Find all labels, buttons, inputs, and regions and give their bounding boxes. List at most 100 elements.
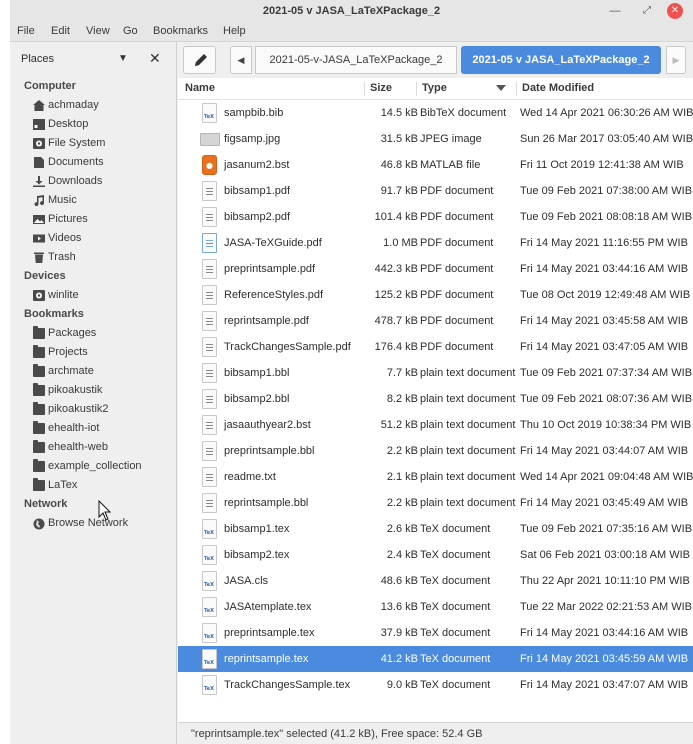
breadcrumb-current[interactable]: 2021-05 v JASA_LaTeXPackage_2 xyxy=(461,46,661,74)
sidebar-item-example-collection[interactable]: example_collection xyxy=(30,457,170,476)
column-type[interactable]: Type xyxy=(422,82,447,94)
column-date[interactable]: Date Modified xyxy=(522,82,594,94)
file-size: 13.6 kB xyxy=(380,601,418,613)
file-type: plain text document xyxy=(420,419,516,431)
tex-file-icon: TeX xyxy=(202,649,217,669)
menu-file[interactable]: File xyxy=(17,25,35,37)
minimize-button[interactable]: — xyxy=(607,3,623,19)
file-type: plain text document xyxy=(420,471,516,483)
table-row[interactable]: figsamp.jpg 31.5 kB JPEG image Sun 26 Mar 2… xyxy=(178,126,693,152)
table-row[interactable]: TeX sampbib.bib 14.5 kB BibTeX document Wed … xyxy=(178,100,693,126)
tex-file-icon: TeX xyxy=(202,597,217,617)
table-row[interactable]: bibsamp1.bbl 7.7 kB plain text document Tue… xyxy=(178,360,693,386)
column-name[interactable]: Name xyxy=(185,82,215,94)
sidebar-item-videos[interactable]: Videos xyxy=(30,229,170,248)
sidebar-item-archmate[interactable]: archmate xyxy=(30,362,170,381)
sidebar-item-ehealth-web[interactable]: ehealth-web xyxy=(30,438,170,457)
file-manager-window: 2021-05 v JASA_LaTeXPackage_2 — ⤢ ✕ File… xyxy=(10,0,693,744)
table-row[interactable]: jasaauthyear2.bst 51.2 kB plain text docum… xyxy=(178,412,693,438)
menu-go[interactable]: Go xyxy=(123,25,138,37)
table-row[interactable]: TeX bibsamp1.tex 2.6 kB TeX document Tue 09 … xyxy=(178,516,693,542)
file-date: Tue 09 Feb 2021 07:35:16 AM WIB xyxy=(520,523,693,535)
file-type: PDF document xyxy=(420,211,494,223)
file-name: TrackChangesSample.pdf xyxy=(224,341,351,353)
table-row[interactable]: TeX TrackChangesSample.tex 9.0 kB TeX docum… xyxy=(178,672,693,698)
file-date: Fri 14 May 2021 03:44:16 AM WIB xyxy=(520,627,689,639)
sidebar-item-desktop[interactable]: Desktop xyxy=(30,115,170,134)
sidebar-item-packages[interactable]: Packages xyxy=(30,324,170,343)
file-size: 51.2 kB xyxy=(380,419,418,431)
places-dropdown-icon[interactable]: ▼ xyxy=(118,53,128,64)
tex-file-icon: TeX xyxy=(202,545,217,565)
sidebar-item-projects[interactable]: Projects xyxy=(30,343,170,362)
sidebar-item-latex[interactable]: LaTex xyxy=(30,476,170,495)
txt-file-icon xyxy=(202,467,217,487)
videos-icon xyxy=(33,233,45,244)
sidebar-item-trash[interactable]: Trash xyxy=(30,248,170,267)
mouse-pointer-icon xyxy=(98,500,112,521)
sidebar-item-pikoakustik2[interactable]: pikoakustik2 xyxy=(30,400,170,419)
drive-icon xyxy=(33,138,45,149)
table-row[interactable]: TeX preprintsample.tex 37.9 kB TeX document… xyxy=(178,620,693,646)
crumb-scroll-right-button[interactable]: ▶ xyxy=(666,46,686,74)
column-divider[interactable] xyxy=(416,82,417,96)
file-size: 48.6 kB xyxy=(380,575,418,587)
file-name: bibsamp2.tex xyxy=(224,549,290,561)
sidebar-item-documents[interactable]: Documents xyxy=(30,153,170,172)
column-divider[interactable] xyxy=(516,82,517,96)
music-icon xyxy=(33,195,45,207)
table-row[interactable]: TeX JASAtemplate.tex 13.6 kB TeX document Tu… xyxy=(178,594,693,620)
table-row[interactable]: TeX bibsamp2.tex 2.4 kB TeX document Sat 06 … xyxy=(178,542,693,568)
sidebar-item-label: Trash xyxy=(48,251,76,263)
sidebar-item-winlite[interactable]: winlite xyxy=(30,286,170,305)
table-row[interactable]: preprintsample.bbl 2.2 kB plain text docum… xyxy=(178,438,693,464)
sidebar-item-ehealth-iot[interactable]: ehealth-iot xyxy=(30,419,170,438)
sidebar-item-pictures[interactable]: Pictures xyxy=(30,210,170,229)
sidebar-item-label: Browse Network xyxy=(48,517,129,529)
sidebar-section-bookmarks: Bookmarks xyxy=(24,308,84,320)
file-list-view: Name Size Type Date Modified TeX sampbib.… xyxy=(178,78,693,722)
table-row[interactable]: preprintsample.pdf 442.3 kB PDF document Fr… xyxy=(178,256,693,282)
table-row[interactable]: bibsamp2.pdf 101.4 kB PDF document Tue 09 F… xyxy=(178,204,693,230)
column-divider[interactable] xyxy=(364,82,365,96)
table-row[interactable]: readme.txt 2.1 kB plain text document Wed 1… xyxy=(178,464,693,490)
sidebar-item-file-system[interactable]: File System xyxy=(30,134,170,153)
table-row[interactable]: bibsamp1.pdf 91.7 kB PDF document Tue 09 Fe… xyxy=(178,178,693,204)
table-row[interactable]: JASA-TeXGuide.pdf 1.0 MB PDF document Fri 1… xyxy=(178,230,693,256)
table-row[interactable]: TeX reprintsample.tex 41.2 kB TeX document F… xyxy=(178,646,693,672)
sidebar-item-achmaday[interactable]: achmaday xyxy=(30,96,170,115)
file-size: 442.3 kB xyxy=(374,263,418,275)
table-row[interactable]: TeX JASA.cls 48.6 kB TeX document Thu 22 Apr… xyxy=(178,568,693,594)
crumb-scroll-left-button[interactable]: ◀ xyxy=(230,46,252,74)
column-size[interactable]: Size xyxy=(370,82,392,94)
menu-edit[interactable]: Edit xyxy=(51,25,70,37)
sidebar-item-downloads[interactable]: Downloads xyxy=(30,172,170,191)
close-sidebar-icon[interactable]: ✕ xyxy=(149,50,161,67)
breadcrumb-parent[interactable]: 2021-05-v-JASA_LaTeXPackage_2 xyxy=(255,46,457,74)
table-row[interactable]: ReferenceStyles.pdf 125.2 kB PDF document T… xyxy=(178,282,693,308)
desktop-icon xyxy=(33,119,45,130)
close-button[interactable]: ✕ xyxy=(667,3,683,19)
tex-file-icon: TeX xyxy=(202,571,217,591)
table-row[interactable]: TrackChangesSample.pdf 176.4 kB PDF docume… xyxy=(178,334,693,360)
file-size: 2.1 kB xyxy=(386,471,418,483)
table-row[interactable]: ● jasanum2.bst 46.8 kB MATLAB file Fri 11 Oc… xyxy=(178,152,693,178)
file-date: Fri 11 Oct 2019 12:41:38 AM WIB xyxy=(520,159,684,171)
table-row[interactable]: reprintsample.pdf 478.7 kB PDF document Fri… xyxy=(178,308,693,334)
table-row[interactable]: reprintsample.bbl 2.2 kB plain text docume… xyxy=(178,490,693,516)
file-name: preprintsample.pdf xyxy=(224,263,316,275)
menu-view[interactable]: View xyxy=(86,25,110,37)
table-row[interactable]: bibsamp2.bbl 8.2 kB plain text document Tue… xyxy=(178,386,693,412)
sidebar-item-pikoakustik[interactable]: pikoakustik xyxy=(30,381,170,400)
file-date: Fri 14 May 2021 03:44:07 AM WIB xyxy=(520,445,689,457)
maximize-button[interactable]: ⤢ xyxy=(639,3,655,19)
sidebar-item-music[interactable]: Music xyxy=(30,191,170,210)
folder-icon xyxy=(33,402,45,415)
edit-location-button[interactable] xyxy=(183,46,216,74)
pictures-icon xyxy=(33,214,45,225)
menu-bookmarks[interactable]: Bookmarks xyxy=(153,25,208,37)
sidebar-item-label: Music xyxy=(48,194,77,206)
menu-help[interactable]: Help xyxy=(223,25,246,37)
desktop-edge xyxy=(0,0,10,744)
sidebar: Places ▼ ✕ Computer achmaday Desktop File S… xyxy=(10,42,177,744)
